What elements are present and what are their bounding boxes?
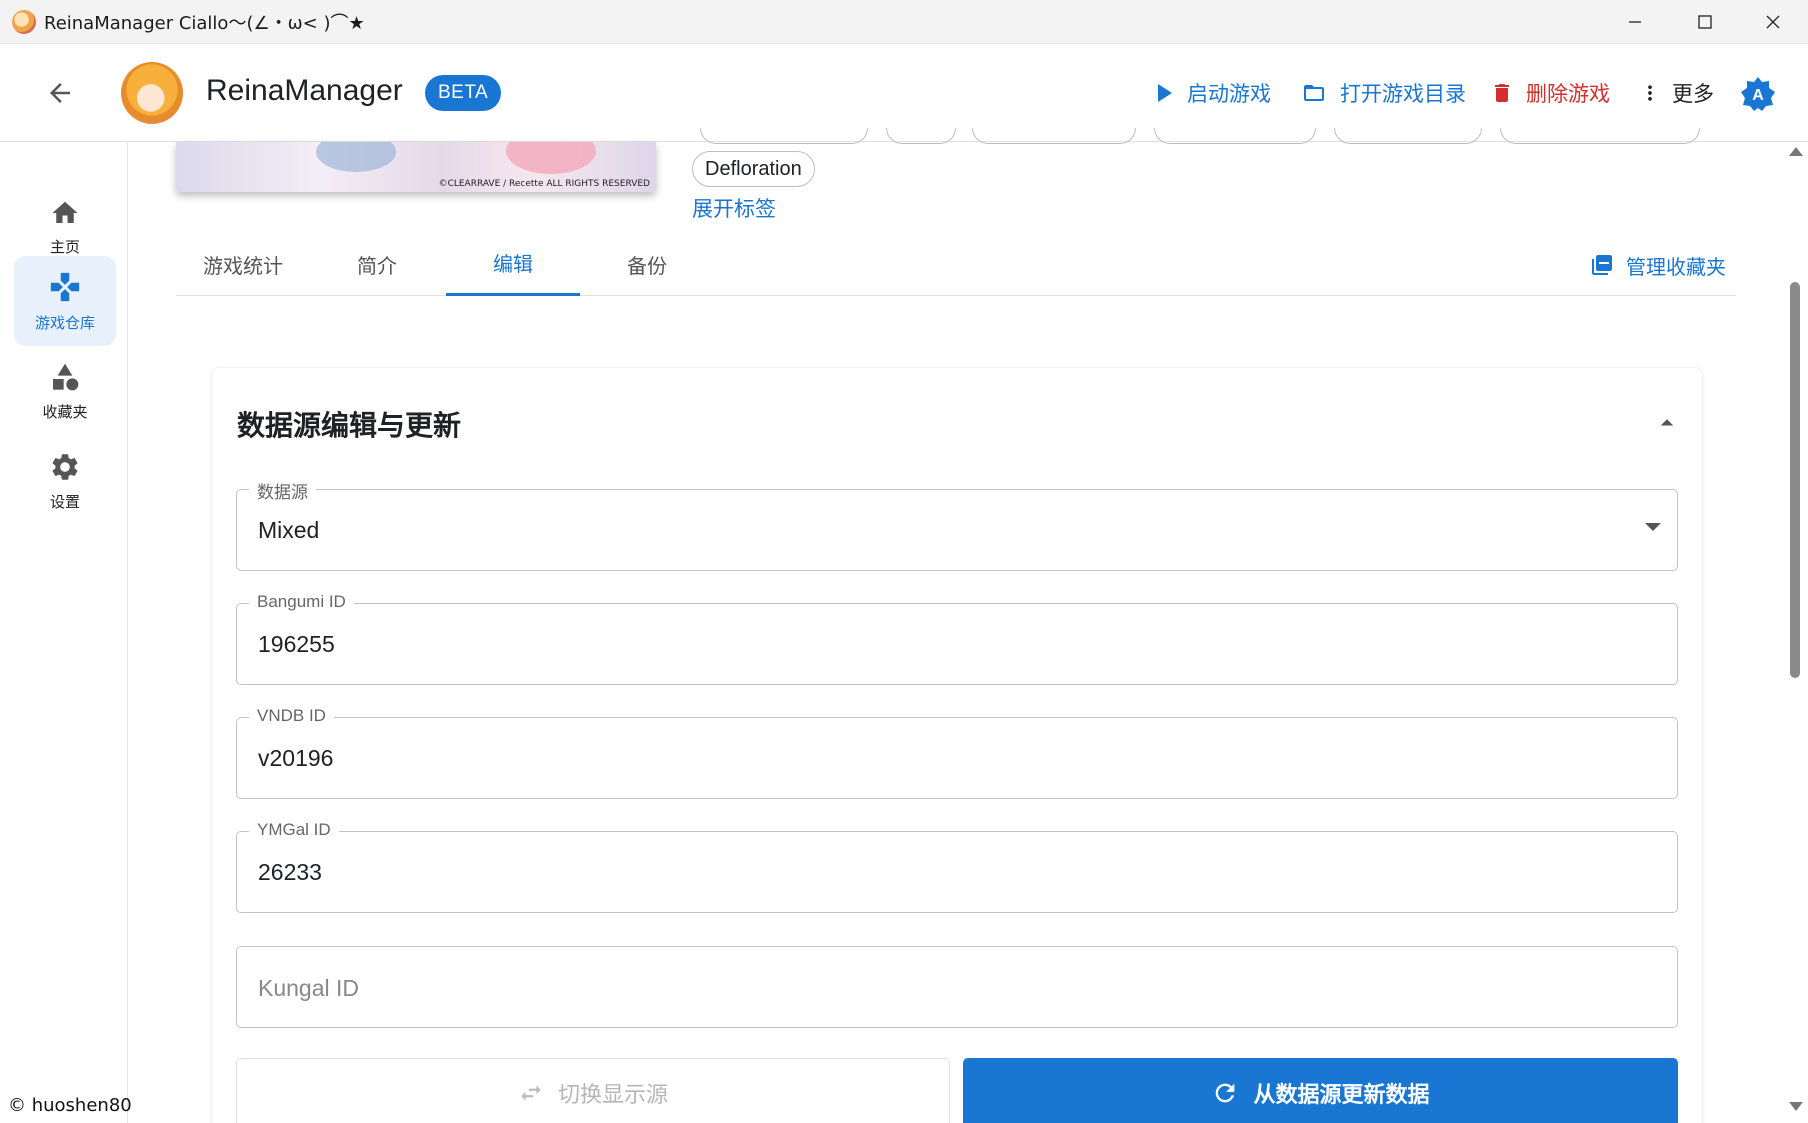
window-title-bar: ReinaManager Ciallo～(∠・ω< )⌒★ — [0, 0, 1808, 44]
chevron-down-icon — [1645, 523, 1661, 531]
expand-tags-link[interactable]: 展开标签 — [692, 193, 776, 223]
collapse-button[interactable] — [1652, 408, 1682, 438]
maximize-button[interactable] — [1670, 0, 1740, 44]
tag-chip-partial[interactable] — [1500, 128, 1700, 144]
vndb-id-value: v20196 — [258, 745, 334, 771]
data-source-edit-card: 数据源编辑与更新 数据源 Mixed Bangumi ID 196255 VND… — [212, 368, 1702, 1123]
launch-game-button[interactable]: 启动游戏 — [1155, 73, 1271, 113]
sidebar-item-label: 收藏夹 — [42, 402, 88, 421]
more-label: 更多 — [1672, 82, 1714, 106]
tag-chip-partial[interactable] — [1334, 128, 1482, 144]
manage-favorites-label: 管理收藏夹 — [1626, 254, 1726, 279]
tab-backup[interactable]: 备份 — [580, 232, 714, 296]
switch-display-source-button[interactable]: 切换显示源 — [236, 1058, 950, 1123]
tab-intro[interactable]: 简介 — [310, 232, 444, 296]
folder-icon — [1304, 85, 1324, 101]
tag-chip[interactable]: Defloration — [692, 151, 815, 187]
close-window-button[interactable] — [1738, 0, 1808, 44]
switch-display-source-label: 切换显示源 — [557, 1083, 668, 1108]
brand-title: ReinaManager — [206, 74, 403, 107]
avatar-letter: A — [1752, 87, 1764, 104]
ymgal-id-value: 26233 — [258, 859, 322, 885]
bangumi-id-label: Bangumi ID — [249, 592, 354, 612]
trash-icon — [1495, 84, 1509, 102]
more-vert-icon — [1648, 85, 1652, 101]
refresh-icon — [1216, 1083, 1235, 1103]
gamepad-icon — [50, 272, 80, 301]
kungal-id-field[interactable] — [236, 946, 1678, 1028]
update-from-source-label: 从数据源更新数据 — [1253, 1083, 1430, 1108]
beta-badge: BETA — [425, 75, 502, 111]
app-logo — [121, 62, 183, 124]
vndb-id-field[interactable]: VNDB ID v20196 — [236, 706, 1678, 799]
tag-chip-partial[interactable] — [1154, 128, 1316, 144]
sidebar-item-label: 设置 — [49, 492, 80, 511]
close-icon — [1766, 15, 1780, 29]
sidebar-item-label: 主页 — [49, 237, 80, 256]
swap-horiz-icon — [521, 1085, 541, 1101]
manage-favorites-button[interactable]: 管理收藏夹 — [1590, 245, 1726, 285]
ymgal-id-field[interactable]: YMGal ID 26233 — [236, 820, 1678, 913]
bangumi-id-value: 196255 — [258, 631, 335, 657]
app-icon — [12, 9, 36, 34]
category-icon — [53, 363, 79, 390]
update-from-source-button[interactable]: 从数据源更新数据 — [963, 1058, 1678, 1123]
play-icon — [1158, 84, 1172, 102]
main-scrollbar[interactable] — [1786, 142, 1806, 1123]
game-cover-image: ©CLEARRAVE / Recette ALL RIGHTS RESERVED — [176, 142, 656, 192]
scroll-thumb[interactable] — [1790, 282, 1800, 678]
library-books-icon — [1592, 255, 1612, 275]
vndb-id-label: VNDB ID — [249, 706, 334, 726]
sidebar-item-label: 游戏仓库 — [34, 313, 95, 332]
translate-badge-icon: A — [1741, 77, 1775, 111]
bangumi-id-field[interactable]: Bangumi ID 196255 — [236, 592, 1678, 685]
tab-stats[interactable]: 游戏统计 — [176, 232, 310, 296]
maximize-icon — [1698, 15, 1712, 29]
sidebar-item-favorites[interactable]: 收藏夹 — [14, 346, 116, 436]
language-avatar-button[interactable]: A — [1740, 76, 1776, 112]
more-menu-button[interactable]: 更多 — [1640, 73, 1714, 113]
sidebar-item-settings[interactable]: 设置 — [14, 436, 116, 526]
cover-credit: ©CLEARRAVE / Recette ALL RIGHTS RESERVED — [438, 179, 650, 189]
card-title: 数据源编辑与更新 — [237, 409, 462, 442]
delete-game-label: 删除游戏 — [1526, 82, 1610, 106]
tag-chip-partial[interactable] — [700, 128, 868, 144]
detail-tabs: 游戏统计 简介 编辑 备份 — [176, 232, 1736, 296]
kungal-id-input[interactable] — [258, 969, 1638, 1007]
launch-game-label: 启动游戏 — [1187, 82, 1271, 106]
back-button[interactable] — [40, 73, 80, 113]
gear-icon — [52, 453, 78, 480]
sidebar: 主页 游戏仓库 收藏夹 设置 — [0, 142, 128, 1123]
ymgal-id-label: YMGal ID — [249, 820, 339, 840]
scroll-down-arrow[interactable] — [1789, 1102, 1803, 1111]
data-source-select[interactable]: 数据源 Mixed — [236, 478, 1678, 571]
open-directory-label: 打开游戏目录 — [1340, 82, 1466, 106]
minimize-button[interactable] — [1600, 0, 1670, 44]
data-source-label: 数据源 — [249, 478, 316, 503]
chevron-up-icon — [1660, 419, 1674, 426]
sidebar-item-game-library[interactable]: 游戏仓库 — [14, 256, 116, 346]
arrow-back-icon — [50, 83, 70, 103]
open-directory-button[interactable]: 打开游戏目录 — [1300, 73, 1466, 113]
data-source-value: Mixed — [258, 517, 320, 543]
window-title: ReinaManager Ciallo～(∠・ω< )⌒★ — [44, 12, 365, 34]
tab-edit[interactable]: 编辑 — [446, 232, 580, 296]
scroll-up-arrow[interactable] — [1789, 147, 1803, 156]
delete-game-button[interactable]: 删除游戏 — [1490, 73, 1610, 113]
tag-chip-partial[interactable] — [886, 128, 956, 144]
home-icon — [52, 201, 78, 223]
copyright-text: © huoshen80 — [8, 1095, 132, 1116]
tag-chip-partial[interactable] — [972, 128, 1136, 144]
minimize-icon — [1629, 21, 1641, 23]
